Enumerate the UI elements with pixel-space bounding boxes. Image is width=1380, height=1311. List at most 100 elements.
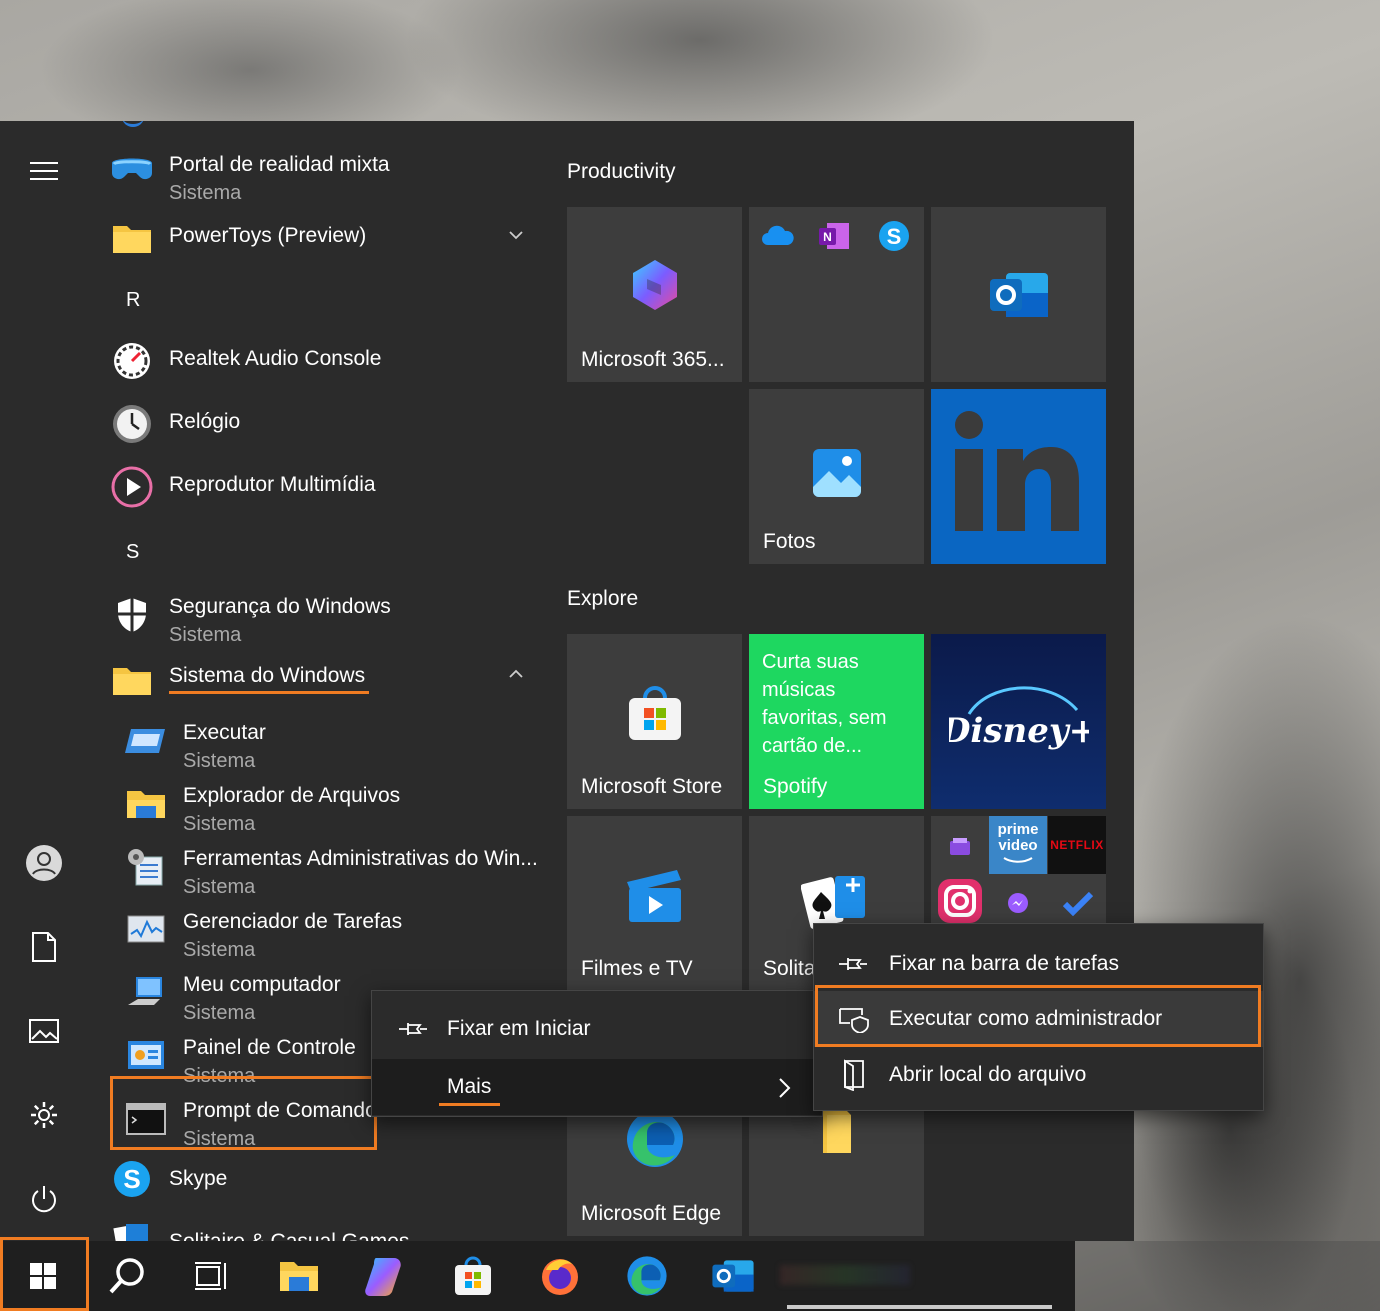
group-title-explore[interactable]: Explore [567, 587, 638, 611]
taskbar-file-explorer[interactable] [256, 1241, 342, 1311]
control-panel-icon [124, 1034, 168, 1078]
menu-item-fixar-em-iniciar[interactable]: Fixar em Iniciar [372, 1001, 822, 1057]
task-view-button[interactable] [168, 1241, 254, 1311]
menu-item-fixar-barra-tarefas[interactable]: Fixar na barra de tarefas [814, 936, 1263, 992]
app-item-powertoys[interactable]: PowerToys (Preview) [88, 206, 548, 266]
tile-fotos[interactable]: Fotos [749, 389, 924, 564]
app-name: Meu computador [183, 973, 341, 996]
tile-microsoft-365[interactable]: Microsoft 365... [567, 207, 742, 382]
app-item-reprodutor[interactable]: Reprodutor Multimídia [88, 457, 548, 517]
app-item-ferramentas-administrativas[interactable]: Ferramentas Administrativas do Win... Si… [88, 835, 548, 898]
open-file-location-icon [844, 1059, 864, 1091]
document-icon [32, 932, 56, 962]
settings-button[interactable] [22, 1093, 66, 1137]
chevron-down-icon[interactable] [508, 227, 524, 243]
app-name: Painel de Controle [183, 1036, 356, 1059]
app-name: Executar [183, 721, 266, 744]
app-item-realtek[interactable]: Realtek Audio Console [88, 331, 548, 391]
app-name: Explorador de Arquivos [183, 784, 401, 807]
app-name: Reprodutor Multimídia [169, 473, 376, 496]
pin-icon [839, 958, 867, 970]
taskbar-copilot[interactable] [342, 1241, 428, 1311]
gear-icon [31, 1102, 57, 1128]
start-rail [0, 121, 88, 1241]
tile-label: Fotos [763, 530, 816, 553]
pictures-button[interactable] [22, 1009, 66, 1053]
app-category: Sistema [183, 1065, 256, 1087]
hamburger-menu-button[interactable] [22, 149, 66, 193]
app-icon-purple [950, 838, 970, 855]
taskbar-scroll-indicator [787, 1305, 1052, 1309]
mixed-reality-icon [110, 151, 154, 195]
app-item-relogio[interactable]: Relógio [88, 394, 548, 454]
svg-text:S: S [123, 1164, 140, 1194]
app-category: Sistema [183, 1128, 256, 1150]
menu-item-label: Fixar em Iniciar [447, 1017, 591, 1040]
user-account-button[interactable] [22, 841, 66, 885]
tile-label: Solita [763, 957, 816, 980]
menu-item-executar-como-administrador[interactable]: Executar como administrador [814, 991, 1263, 1047]
start-button[interactable] [0, 1241, 86, 1311]
app-category: Sistema [183, 750, 256, 772]
highlight-underline-mais [439, 1103, 500, 1106]
search-button[interactable] [84, 1241, 170, 1311]
tile-microsoft-store[interactable]: Microsoft Store [567, 634, 742, 809]
tile-label: Microsoft 365... [581, 348, 725, 371]
chevron-up-icon[interactable] [508, 666, 524, 682]
app-item-solitaire[interactable]: Solitaire & Casual Games [88, 1214, 548, 1241]
app-item-sistema-do-windows[interactable]: Sistema do Windows [88, 648, 548, 708]
documents-button[interactable] [22, 925, 66, 969]
task-view-icon [195, 1262, 226, 1290]
app-item-gerenciador-tarefas[interactable]: Gerenciador de Tarefas Sistema [88, 898, 548, 961]
letter-header-s[interactable]: S [126, 541, 139, 564]
app-category: Sistema [169, 182, 242, 204]
edge-icon [627, 1256, 667, 1296]
tile-outlook[interactable] [931, 207, 1106, 382]
tile-filmes-tv[interactable]: Filmes e TV [567, 816, 742, 991]
media-player-icon [110, 465, 154, 509]
power-button[interactable] [22, 1177, 66, 1221]
taskbar-outlook[interactable] [690, 1241, 776, 1311]
taskbar-edge[interactable] [604, 1241, 690, 1311]
pin-icon [399, 1023, 427, 1035]
app-item-executar[interactable]: Executar Sistema [88, 709, 548, 772]
taskbar-tray-area [1075, 1241, 1380, 1311]
tile-office-apps[interactable]: N S [749, 207, 924, 382]
menu-item-abrir-local-arquivo[interactable]: Abrir local do arquivo [814, 1047, 1263, 1103]
app-item-explorador[interactable]: Explorador de Arquivos Sistema [88, 772, 548, 835]
skype-icon: S [879, 221, 909, 251]
spotify-promo-text: Curta suas músicas favoritas, sem cartão… [762, 651, 887, 757]
user-icon [26, 845, 62, 881]
file-explorer-icon [124, 782, 168, 826]
power-icon [32, 1186, 56, 1213]
app-name: Skype [169, 1167, 228, 1190]
app-category: Sistema [183, 939, 256, 961]
folder-icon [110, 216, 154, 260]
prime-video-tile: prime video [989, 816, 1047, 874]
letter-header-r[interactable]: R [126, 289, 140, 312]
admin-tools-icon [124, 845, 168, 889]
tile-label: Spotify [763, 775, 828, 798]
app-item-skype[interactable]: S Skype [88, 1151, 548, 1211]
app-category: Sistema [183, 876, 256, 898]
tile-linkedin[interactable] [931, 389, 1106, 564]
tile-disney-plus[interactable]: Disney+ [931, 634, 1106, 809]
menu-item-label: Mais [447, 1075, 492, 1098]
clock-icon [110, 402, 154, 446]
app-category: Sistema [169, 624, 242, 646]
app-name: Realtek Audio Console [169, 347, 382, 370]
taskbar [0, 1241, 1075, 1311]
taskbar-microsoft-store[interactable] [430, 1241, 516, 1311]
app-item-portal-realidad-mixta[interactable]: Portal de realidad mixta Sistema [88, 141, 548, 204]
taskbar-firefox[interactable] [517, 1241, 603, 1311]
task-manager-icon [124, 908, 168, 952]
todo-check-icon [1063, 892, 1093, 916]
tile-label: Microsoft Edge [581, 1202, 722, 1225]
app-item-seguranca-windows[interactable]: Segurança do Windows Sistema [88, 583, 548, 646]
svg-text:Disney+: Disney+ [949, 711, 1089, 751]
menu-item-mais[interactable]: Mais [372, 1059, 822, 1115]
shield-icon [110, 593, 154, 637]
menu-item-label: Abrir local do arquivo [889, 1063, 1087, 1086]
group-title-productivity[interactable]: Productivity [567, 160, 676, 184]
tile-spotify[interactable]: Curta suas músicas favoritas, sem cartão… [749, 634, 924, 809]
